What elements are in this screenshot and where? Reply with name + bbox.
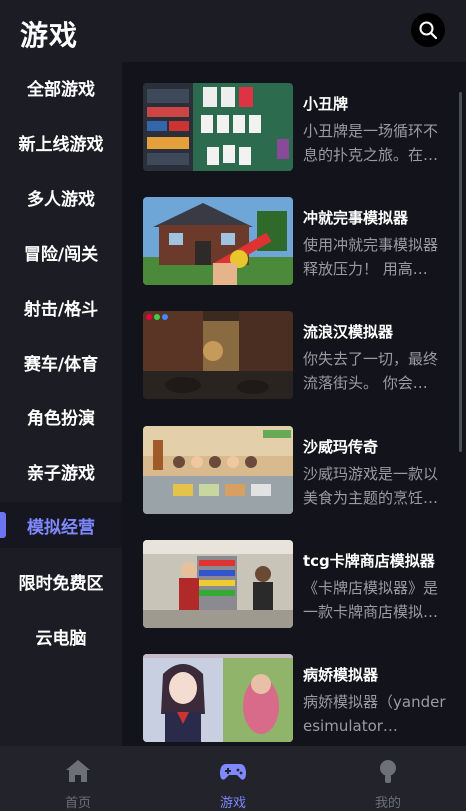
home-icon	[66, 760, 90, 782]
sidebar-item-label: 限时免费区	[18, 573, 104, 594]
sidebar-item-simulation[interactable]: 模拟经营	[0, 502, 122, 548]
sidebar-item-label: 新上线游戏	[18, 134, 104, 155]
tab-label: 游戏	[219, 796, 246, 811]
tab-games[interactable]: 游戏	[193, 746, 273, 811]
game-card[interactable]: 沙威玛传奇 沙威玛游戏是一款以美食为主题的烹饪…	[143, 426, 453, 516]
tab-home[interactable]: 首页	[38, 746, 118, 811]
sidebar-item-cloud-pc[interactable]: 云电脑	[0, 613, 122, 659]
game-name: 冲就完事模拟器	[303, 209, 409, 227]
game-list[interactable]: 小丑牌 小丑牌是一场循环不息的扑克之旅。在… 冲就完事模拟器 使用冲就完事模拟器…	[122, 62, 466, 746]
game-description: 使用冲就完事模拟器释放压力！ 用高…	[303, 236, 439, 278]
active-indicator	[0, 512, 6, 538]
game-description: 小丑牌是一场循环不息的扑克之旅。在…	[303, 122, 439, 164]
sidebar-item-free[interactable]: 限时免费区	[0, 558, 122, 604]
tab-label: 我的	[374, 796, 401, 811]
sidebar-item-label: 模拟经营	[27, 517, 95, 538]
sidebar-item-label: 多人游戏	[27, 189, 95, 210]
sidebar-item-all-games[interactable]: 全部游戏	[0, 64, 122, 110]
game-description: 病娇模拟器（yanderesimulator…	[303, 693, 446, 735]
game-name: tcg卡牌商店模拟器	[303, 552, 435, 570]
sidebar-item-racing[interactable]: 赛车/体育	[0, 339, 122, 385]
game-thumbnail	[143, 426, 293, 514]
game-card[interactable]: 小丑牌 小丑牌是一场循环不息的扑克之旅。在…	[143, 83, 453, 173]
game-description: 《卡牌店模拟器》是一款卡牌商店模拟…	[303, 579, 439, 621]
sidebar-item-family[interactable]: 亲子游戏	[0, 448, 122, 494]
search-button[interactable]	[411, 13, 445, 47]
game-card[interactable]: tcg卡牌商店模拟器 《卡牌店模拟器》是一款卡牌商店模拟…	[143, 540, 453, 630]
sidebar-item-label: 全部游戏	[27, 79, 95, 100]
game-thumbnail	[143, 311, 293, 399]
game-card[interactable]: 流浪汉模拟器 你失去了一切，最终流落街头。 你会…	[143, 311, 453, 401]
tab-profile[interactable]: 我的	[348, 746, 428, 811]
sidebar-item-shooting[interactable]: 射击/格斗	[0, 284, 122, 330]
sidebar-item-new-games[interactable]: 新上线游戏	[0, 119, 122, 165]
sidebar-item-rpg[interactable]: 角色扮演	[0, 393, 122, 439]
sidebar-item-label: 角色扮演	[27, 408, 95, 429]
game-card[interactable]: 病娇模拟器 病娇模拟器（yanderesimulator…	[143, 654, 453, 744]
tab-label: 首页	[64, 796, 91, 811]
scrollbar[interactable]	[459, 92, 462, 452]
game-thumbnail	[143, 83, 293, 171]
game-description: 你失去了一切，最终流落街头。 你会…	[303, 350, 439, 392]
search-icon	[419, 21, 438, 40]
sidebar-item-label: 射击/格斗	[23, 299, 99, 320]
game-name: 流浪汉模拟器	[303, 323, 394, 341]
game-thumbnail	[143, 540, 293, 628]
sidebar-item-label: 赛车/体育	[23, 354, 99, 375]
header: 游戏	[0, 0, 466, 62]
game-card[interactable]: 冲就完事模拟器 使用冲就完事模拟器释放压力！ 用高…	[143, 197, 453, 287]
sidebar-item-label: 冒险/闯关	[23, 244, 99, 265]
profile-icon	[380, 760, 396, 783]
game-name: 病娇模拟器	[303, 666, 379, 684]
gamepad-icon	[220, 764, 246, 780]
bottom-tab-bar: 首页 游戏 我的	[0, 746, 466, 811]
sidebar-item-label: 云电脑	[35, 628, 87, 649]
sidebar-item-multiplayer[interactable]: 多人游戏	[0, 174, 122, 220]
game-thumbnail	[143, 197, 293, 285]
game-thumbnail	[143, 654, 293, 742]
page-title: 游戏	[20, 19, 79, 52]
sidebar-item-label: 亲子游戏	[27, 463, 95, 484]
category-sidebar: 全部游戏 新上线游戏 多人游戏 冒险/闯关 射击/格斗 赛车/体育 角色扮演 亲…	[0, 62, 122, 746]
sidebar-item-adventure[interactable]: 冒险/闯关	[0, 229, 122, 275]
game-name: 沙威玛传奇	[303, 438, 379, 456]
game-name: 小丑牌	[303, 95, 349, 113]
game-description: 沙威玛游戏是一款以美食为主题的烹饪…	[303, 465, 439, 507]
